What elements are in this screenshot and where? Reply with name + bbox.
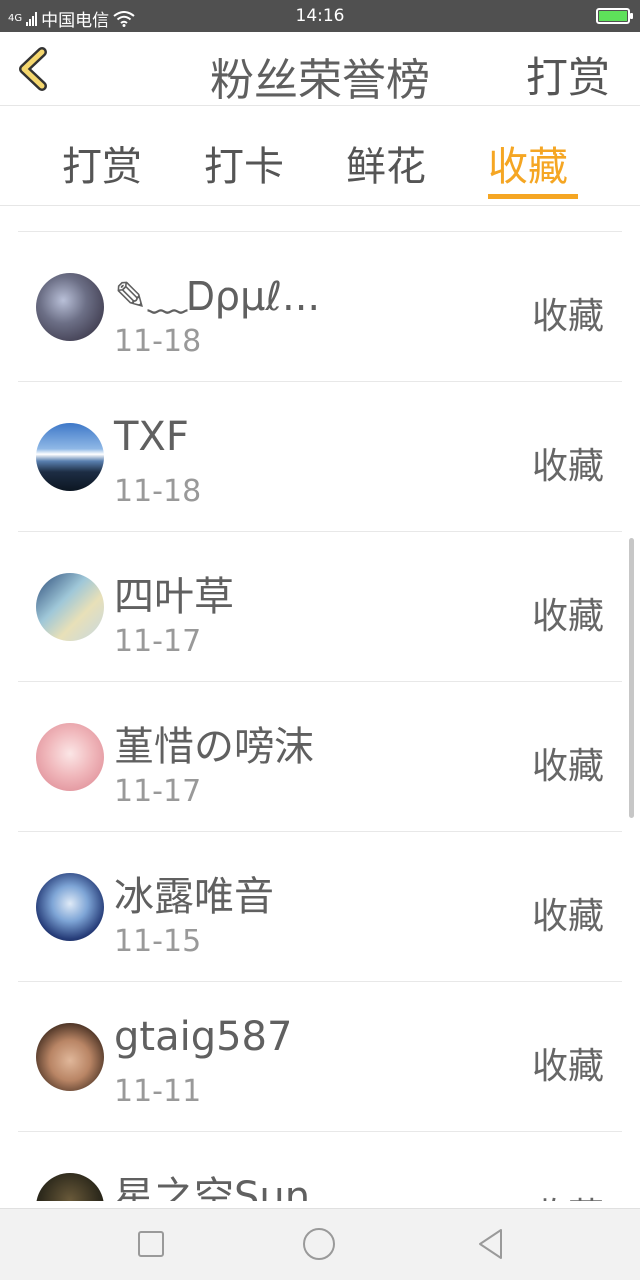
back-nav-button[interactable] — [474, 1227, 508, 1261]
system-nav-bar — [0, 1208, 640, 1280]
fan-list[interactable]: ✎﹏Ꭰρμℓ... 11-18 收藏 TXF 11-18 收藏 四叶草 11-1… — [18, 231, 622, 1201]
tab-bar: 打赏 打卡 鲜花 收藏 — [0, 106, 640, 206]
action-label: 收藏 — [531, 746, 604, 787]
avatar[interactable] — [36, 573, 104, 641]
list-item[interactable]: 四叶草 11-17 收藏 — [18, 532, 622, 682]
tab-reward[interactable]: 打赏 — [62, 134, 142, 192]
scrollbar[interactable] — [629, 538, 634, 818]
user-name: 堇惜の嗙沫 — [114, 724, 314, 770]
clock: 14:16 — [295, 6, 345, 26]
battery-fill — [599, 11, 627, 21]
user-date: 11-18 — [114, 324, 202, 359]
list-item[interactable]: 冰露唯音 11-15 收藏 — [18, 832, 622, 982]
tab-favorites[interactable]: 收藏 — [488, 134, 568, 192]
tab-indicator — [488, 194, 578, 199]
list-item[interactable]: 堇惜の嗙沫 11-17 收藏 — [18, 682, 622, 832]
list-item[interactable]: ✎﹏Ꭰρμℓ... 11-18 收藏 — [18, 232, 622, 382]
user-name: 冰露唯音 — [114, 874, 274, 920]
user-name: 四叶草 — [114, 574, 234, 620]
user-date: 11-11 — [114, 1074, 202, 1109]
action-label: 收藏 — [531, 1046, 604, 1087]
user-name: TXF — [114, 414, 189, 460]
recent-apps-button[interactable] — [134, 1227, 168, 1261]
user-date: 11-17 — [114, 774, 202, 809]
action-label: 收藏 — [531, 446, 604, 487]
list-item[interactable]: TXF 11-18 收藏 — [18, 382, 622, 532]
user-date: 11-15 — [114, 924, 202, 959]
circle-icon — [303, 1228, 335, 1260]
user-date: 11-17 — [114, 624, 202, 659]
avatar[interactable] — [36, 873, 104, 941]
user-name: gtaig587 — [114, 1014, 293, 1060]
user-name: ✎﹏Ꭰρμℓ... — [114, 274, 321, 320]
avatar[interactable] — [36, 723, 104, 791]
reward-button[interactable]: 打赏 — [526, 44, 610, 105]
tab-flowers[interactable]: 鲜花 — [346, 134, 426, 192]
list-item[interactable]: 星之空Sun... 收藏 — [18, 1132, 622, 1201]
status-bar: 4G 中国电信 14:16 — [0, 0, 640, 32]
battery-icon — [596, 8, 633, 24]
action-label: 收藏 — [531, 896, 604, 937]
avatar[interactable] — [36, 423, 104, 491]
user-name: 星之空Sun... — [114, 1174, 349, 1201]
avatar[interactable] — [36, 1173, 104, 1201]
header-bar: 粉丝荣誉榜 打赏 — [0, 32, 640, 106]
action-label: 收藏 — [531, 596, 604, 637]
square-icon — [138, 1231, 164, 1257]
avatar[interactable] — [36, 273, 104, 341]
user-date: 11-18 — [114, 474, 202, 509]
home-button[interactable] — [302, 1227, 336, 1261]
tab-checkin[interactable]: 打卡 — [204, 134, 284, 192]
action-label: 收藏 — [532, 1187, 604, 1201]
action-label: 收藏 — [531, 296, 604, 337]
avatar[interactable] — [36, 1023, 104, 1091]
triangle-back-icon — [479, 1229, 502, 1259]
list-item[interactable]: gtaig587 11-11 收藏 — [18, 982, 622, 1132]
